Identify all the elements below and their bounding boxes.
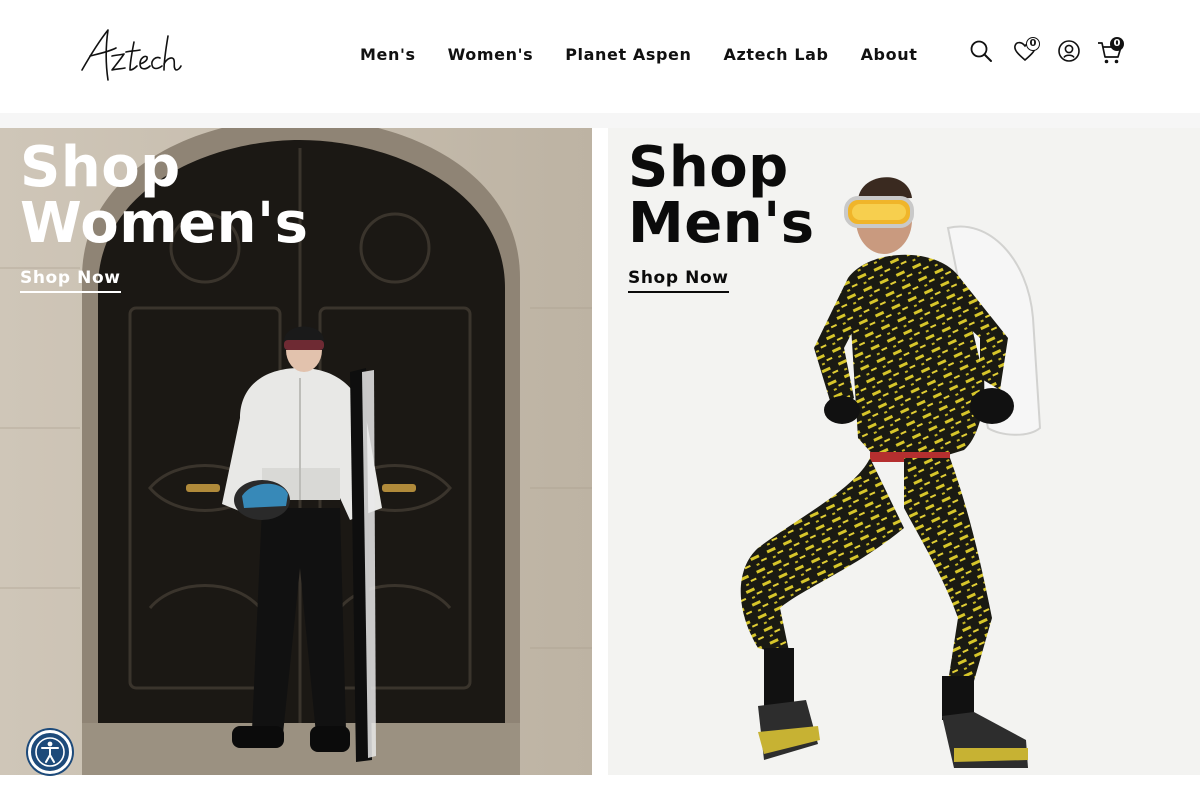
page-bottom [0,775,1200,800]
search-icon[interactable] [968,38,996,66]
womens-promo-title: Shop Women's [20,140,308,252]
cart-count-badge: 0 [1110,37,1124,51]
promo-title-line1: Shop [628,135,789,200]
shop-womens-link[interactable]: Shop Now [20,268,121,293]
nav-item-aztech-lab[interactable]: Aztech Lab [723,44,828,66]
shop-mens-link[interactable]: Shop Now [628,268,729,293]
promo-panel-mens[interactable]: Shop Men's Shop Now [608,128,1200,775]
accessibility-icon [35,737,65,767]
header-icons: 0 0 [968,37,1138,70]
promo-title-line1: Shop [20,135,181,200]
cart-button[interactable]: 0 [1096,37,1124,66]
nav-item-planet-aspen[interactable]: Planet Aspen [565,44,691,66]
nav-item-womens[interactable]: Women's [448,44,534,66]
promo-panel-womens[interactable]: Shop Women's Shop Now [0,128,592,775]
aztech-logo-mark [81,29,182,81]
promo-title-line2: Women's [20,191,309,256]
account-icon[interactable] [1056,38,1084,66]
nav-item-mens[interactable]: Men's [360,44,416,66]
promo-title-line2: Men's [628,191,815,256]
wishlist-button[interactable]: 0 [1012,37,1040,66]
panel-gap [592,128,608,775]
brand-logo[interactable] [78,26,184,86]
accessibility-button[interactable] [28,730,72,774]
header-divider-band [0,113,1200,128]
mens-promo-title: Shop Men's [628,140,815,252]
site-header: Men's Women's Planet Aspen Aztech Lab Ab… [0,0,1200,113]
wishlist-count-badge: 0 [1026,37,1040,51]
nav-item-about[interactable]: About [861,44,918,66]
main-nav: Men's Women's Planet Aspen Aztech Lab Ab… [360,44,949,66]
